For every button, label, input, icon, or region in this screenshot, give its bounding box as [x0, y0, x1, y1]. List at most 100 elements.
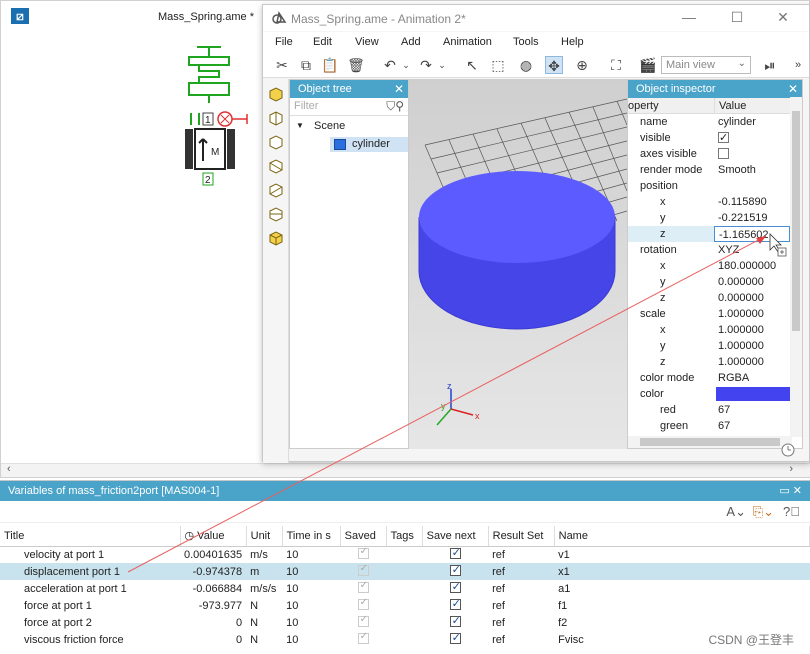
prop-scale-y[interactable]: y 1.000000: [628, 338, 802, 354]
font-style-icon[interactable]: A⌄: [726, 504, 746, 520]
menu-edit[interactable]: Edit: [313, 36, 332, 48]
axes-visible-checkbox[interactable]: [718, 147, 729, 159]
add-cone-icon[interactable]: [267, 181, 285, 199]
filter-search-icon[interactable]: ⛉⚲: [386, 99, 404, 114]
copy-icon[interactable]: ⧉: [297, 56, 315, 74]
save-next-checkbox[interactable]: [449, 597, 461, 610]
add-sphere-icon[interactable]: [267, 157, 285, 175]
prop-rotation[interactable]: rotation XYZ: [628, 242, 802, 258]
prop-value[interactable]: 1.000000: [714, 306, 790, 322]
prop-value[interactable]: Smooth: [714, 162, 790, 178]
table-row[interactable]: velocity at port 1 0.00401635 m/s 10 ref v1: [0, 546, 810, 563]
prop-color[interactable]: color: [628, 386, 802, 402]
redo-dropdown-icon[interactable]: ⌄: [433, 56, 451, 74]
prop-visible[interactable]: visible: [628, 130, 802, 146]
tree-item-scene[interactable]: ▼ Scene: [290, 118, 408, 134]
position-z-edit-field[interactable]: -1.165602: [714, 226, 790, 242]
close-icon[interactable]: ✕: [771, 9, 795, 26]
pan-move-icon[interactable]: ✥: [545, 56, 563, 74]
prop-value[interactable]: 0.000000: [714, 290, 790, 306]
table-row[interactable]: force at port 1 -973.977 N 10 ref f1: [0, 597, 810, 614]
col-time[interactable]: Time in s: [282, 526, 341, 547]
col-save-next[interactable]: Save next: [422, 526, 489, 547]
select-pointer-icon[interactable]: ↖: [463, 56, 481, 74]
prop-render-mode[interactable]: render mode Smooth: [628, 162, 802, 178]
menu-file[interactable]: File: [275, 36, 293, 48]
prop-value[interactable]: 180.000000: [714, 258, 790, 274]
menu-tools[interactable]: Tools: [513, 36, 539, 48]
col-title[interactable]: Title: [0, 526, 181, 547]
3d-viewport[interactable]: z x y: [409, 79, 627, 449]
add-mesh-icon[interactable]: [267, 205, 285, 223]
maximize-icon[interactable]: ☐: [725, 9, 749, 26]
export-icon[interactable]: ⎘⌄: [753, 504, 774, 520]
delete-icon[interactable]: 🗑: [347, 56, 365, 74]
save-next-checkbox[interactable]: [449, 614, 461, 627]
prop-scale-x[interactable]: x 1.000000: [628, 322, 802, 338]
col-name[interactable]: Name: [554, 526, 810, 547]
prop-value[interactable]: cylinder: [714, 114, 790, 130]
save-next-checkbox[interactable]: [449, 631, 461, 644]
col-value[interactable]: ◷ Value: [180, 526, 247, 547]
add-frame-icon[interactable]: [267, 109, 285, 127]
col-tags[interactable]: Tags: [386, 526, 423, 547]
prop-value[interactable]: 67: [714, 402, 790, 418]
menu-add[interactable]: Add: [401, 36, 421, 48]
menu-view[interactable]: View: [355, 36, 379, 48]
column-property[interactable]: operty: [628, 100, 659, 112]
close-icon[interactable]: ✕: [394, 82, 404, 96]
row-tags[interactable]: [386, 631, 422, 648]
add-box-icon[interactable]: [267, 85, 285, 103]
play-control-icon[interactable]: ⏯: [761, 56, 779, 74]
column-value[interactable]: Value: [714, 98, 746, 114]
prop-axes-visible[interactable]: axes visible: [628, 146, 802, 162]
add-solid-icon[interactable]: [267, 229, 285, 247]
minimize-icon[interactable]: —: [677, 9, 701, 25]
close-icon[interactable]: ✕: [788, 82, 798, 96]
prop-color-mode[interactable]: color mode RGBA: [628, 370, 802, 386]
prop-value[interactable]: XYZ: [714, 242, 790, 258]
menu-help[interactable]: Help: [561, 36, 584, 48]
prop-value[interactable]: 67: [714, 418, 790, 434]
prop-scale[interactable]: scale 1.000000: [628, 306, 802, 322]
prop-color-red[interactable]: red 67: [628, 402, 802, 418]
prop-value[interactable]: -0.221519: [714, 210, 790, 226]
table-row[interactable]: acceleration at port 1 -0.066884 m/s/s 10 re…: [0, 580, 810, 597]
save-next-checkbox[interactable]: [449, 580, 461, 593]
zoom-icon[interactable]: ⊕: [573, 56, 591, 74]
menu-animation[interactable]: Animation: [443, 36, 492, 48]
undo-dropdown-icon[interactable]: ⌄: [397, 56, 415, 74]
row-tags[interactable]: [386, 580, 422, 597]
box-select-icon[interactable]: ⬚: [489, 56, 507, 74]
prop-value[interactable]: 0.000000: [714, 274, 790, 290]
prop-position-x[interactable]: x -0.115890: [628, 194, 802, 210]
visible-checkbox[interactable]: [718, 130, 729, 146]
save-next-checkbox[interactable]: [449, 546, 461, 559]
prop-value[interactable]: 1.000000: [714, 338, 790, 354]
tree-item-cylinder[interactable]: cylinder: [290, 136, 408, 152]
prop-color-green[interactable]: green 67: [628, 418, 802, 434]
col-result-set[interactable]: Result Set: [488, 526, 555, 547]
panel-dock-close-icon[interactable]: ▭ ✕: [779, 484, 802, 497]
toolbar-overflow-icon[interactable]: »: [789, 56, 807, 74]
scroll-left-icon[interactable]: ‹: [7, 463, 11, 475]
col-saved[interactable]: Saved: [340, 526, 387, 547]
prop-rotation-x[interactable]: x 180.000000: [628, 258, 802, 274]
tree-filter-input[interactable]: Filter ⛉⚲: [290, 98, 408, 116]
prop-value[interactable]: 1.000000: [714, 322, 790, 338]
prop-rotation-y[interactable]: y 0.000000: [628, 274, 802, 290]
row-tags[interactable]: [386, 563, 423, 580]
prop-value[interactable]: RGBA: [714, 370, 790, 386]
main-horizontal-scrollbar[interactable]: ‹ ›: [1, 463, 810, 477]
row-tags[interactable]: [386, 546, 422, 563]
view-select[interactable]: Main view ⌄: [661, 56, 751, 74]
prop-name[interactable]: name cylinder: [628, 114, 802, 130]
cut-icon[interactable]: ✂: [273, 56, 291, 74]
inspector-horizontal-scrollbar[interactable]: [628, 436, 792, 448]
prop-position-z[interactable]: z -1.165602: [628, 226, 802, 242]
prop-rotation-z[interactable]: z 0.000000: [628, 290, 802, 306]
row-tags[interactable]: [386, 614, 422, 631]
save-next-checkbox[interactable]: [449, 563, 461, 576]
paste-icon[interactable]: 📋: [321, 56, 339, 74]
add-cylinder-icon[interactable]: [267, 133, 285, 151]
